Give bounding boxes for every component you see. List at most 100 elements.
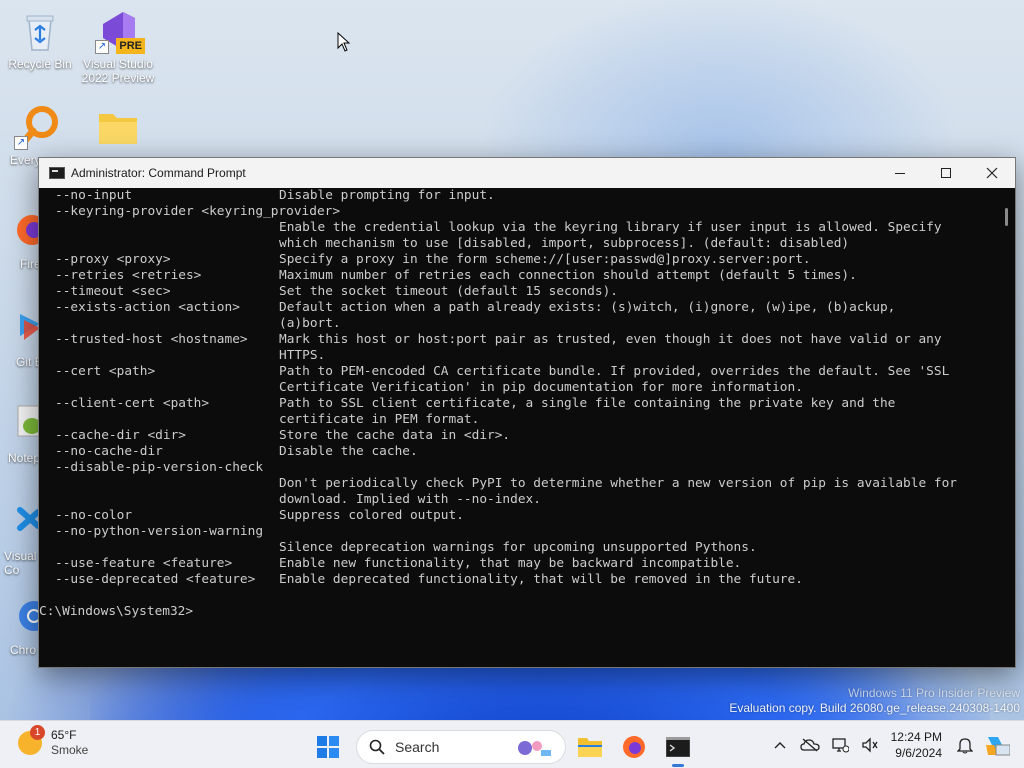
onedrive-icon[interactable]: [795, 730, 825, 760]
network-icon[interactable]: [825, 730, 855, 760]
watermark-edition: Windows 11 Pro Insider Preview: [848, 686, 1020, 700]
recycle-bin-icon: [17, 8, 63, 54]
console-line: --timeout <sec> Set the socket timeout (d…: [39, 284, 997, 300]
desktop-icon-visual-studio[interactable]: PRE ↗ Visual Studio 2022 Preview: [80, 8, 156, 85]
option-flag: --use-feature <feature>: [55, 556, 233, 571]
option-flag: --no-python-version-warning: [55, 524, 264, 539]
option-description: Don't periodically check PyPI to determi…: [279, 476, 957, 491]
console-line: --cert <path> Path to PEM-encoded CA cert…: [39, 364, 997, 380]
option-description: Default action when a path already exist…: [279, 300, 896, 315]
option-flag: --trusted-host <hostname>: [55, 332, 248, 347]
console-line: --trusted-host <hostname> Mark this host …: [39, 332, 997, 348]
option-flag: --disable-pip-version-check: [55, 460, 264, 475]
mouse-cursor-icon: [337, 32, 351, 52]
option-flag: --use-deprecated <feature>: [55, 572, 256, 587]
scrollbar-thumb[interactable]: [1005, 208, 1008, 226]
search-icon: [369, 739, 385, 755]
search-highlight-art-icon: [518, 741, 551, 756]
console-line: Certificate Verification' in pip documen…: [39, 380, 997, 396]
folder-icon: [95, 104, 141, 150]
console-line: --cache-dir <dir> Store the cache data in…: [39, 428, 997, 444]
console-lines: --no-input Disable prompting for input. --…: [39, 188, 997, 620]
console-line: --disable-pip-version-check: [39, 460, 997, 476]
option-description: (a)bort.: [279, 316, 341, 331]
copilot-icon[interactable]: [980, 730, 1014, 760]
watermark-build: Evaluation copy. Build 26080.ge_release.…: [729, 701, 1020, 715]
clock-time: 12:24 PM: [890, 730, 942, 744]
console-line: --retries <retries> Maximum number of ret…: [39, 268, 997, 284]
option-flag: --no-cache-dir: [55, 444, 163, 459]
shortcut-arrow-icon: ↗: [14, 136, 28, 150]
option-flag: --retries <retries>: [55, 268, 202, 283]
window-titlebar[interactable]: Administrator: Command Prompt: [39, 158, 1015, 188]
desktop-icon-recycle-bin[interactable]: Recycle Bin: [2, 8, 78, 71]
option-description: Enable new functionality, that may be ba…: [279, 556, 742, 571]
everything-search-icon: ↗: [14, 104, 60, 150]
option-description: Certificate Verification' in pip documen…: [279, 380, 803, 395]
console-line: Enable the credential lookup via the key…: [39, 220, 997, 236]
terminal-icon: [666, 737, 690, 757]
start-button[interactable]: [310, 729, 346, 765]
system-tray: 12:24 PM 9/6/2024: [765, 721, 1024, 768]
console-line: which mechanism to use [disabled, import…: [39, 236, 997, 252]
option-flag: --client-cert <path>: [55, 396, 210, 411]
option-description: Disable the cache.: [279, 444, 418, 459]
taskbar: 1 65°F Smoke Search 12:24 PM 9/6/2024: [0, 720, 1024, 768]
option-description: Silence deprecation warnings for upcomin…: [279, 540, 757, 555]
console-line: --proxy <proxy> Specify a proxy in the fo…: [39, 252, 997, 268]
window-controls: [877, 158, 1015, 188]
option-flag: --no-input: [55, 188, 133, 203]
visual-studio-icon: PRE ↗: [95, 8, 145, 54]
close-button[interactable]: [969, 158, 1015, 188]
option-description: Enable the credential lookup via the key…: [279, 220, 942, 235]
console-line: certificate in PEM format.: [39, 412, 997, 428]
option-description: Mark this host or host:port pair as trus…: [279, 332, 942, 347]
evaluation-watermark: Windows 11 Pro Insider Preview Evaluatio…: [729, 686, 1020, 716]
command-prompt-text[interactable]: C:\Windows\System32>: [39, 604, 193, 620]
firefox-icon: [623, 736, 645, 758]
taskbar-command-prompt[interactable]: [658, 727, 698, 767]
close-icon: [986, 167, 998, 179]
console-line: --keyring-provider <keyring_provider>: [39, 204, 997, 220]
console-line: --no-python-version-warning: [39, 524, 997, 540]
option-description: Disable prompting for input.: [279, 188, 495, 203]
minimize-button[interactable]: [877, 158, 923, 188]
maximize-button[interactable]: [923, 158, 969, 188]
taskbar-firefox[interactable]: [614, 727, 654, 767]
volume-icon[interactable]: [855, 730, 885, 760]
weather-sun-icon: 1: [18, 725, 45, 755]
option-description: Path to SSL client certificate, a single…: [279, 396, 896, 411]
notification-bell-icon[interactable]: [950, 730, 980, 760]
console-line: --exists-action <action> Default action w…: [39, 300, 997, 316]
window-title: Administrator: Command Prompt: [71, 166, 246, 180]
taskbar-file-explorer[interactable]: [570, 727, 610, 767]
desktop-icon-label: Recycle Bin: [8, 57, 72, 71]
option-flag: --cache-dir <dir>: [55, 428, 186, 443]
option-flag: --keyring-provider <keyring_provider>: [55, 204, 341, 219]
console-scrollbar[interactable]: [997, 188, 1015, 667]
console-line: --use-feature <feature> Enable new functi…: [39, 556, 997, 572]
shortcut-arrow-icon: ↗: [95, 40, 109, 54]
weather-widget[interactable]: 1 65°F Smoke: [18, 725, 89, 758]
desktop-icon-folder[interactable]: [80, 104, 156, 153]
command-prompt-window[interactable]: Administrator: Command Prompt --no-input…: [38, 157, 1016, 668]
option-description: HTTPS.: [279, 348, 326, 363]
desktop-icon-label: Visual Studio 2022 Preview: [81, 57, 155, 85]
clock-date: 9/6/2024: [895, 746, 942, 760]
console-output[interactable]: --no-input Disable prompting for input. --…: [39, 188, 1015, 667]
taskbar-search-box[interactable]: Search: [356, 730, 566, 764]
console-line: --client-cert <path> Path to SSL client c…: [39, 396, 997, 412]
weather-alert-badge: 1: [30, 725, 45, 740]
option-description: Enable deprecated functionality, that wi…: [279, 572, 803, 587]
option-description: Store the cache data in <dir>.: [279, 428, 511, 443]
console-line: --no-cache-dir Disable the cache.: [39, 444, 997, 460]
weather-condition: Smoke: [51, 743, 89, 757]
minimize-icon: [895, 172, 905, 174]
chevron-up-icon[interactable]: [765, 730, 795, 760]
taskbar-clock[interactable]: 12:24 PM 9/6/2024: [891, 729, 942, 761]
console-line: --use-deprecated <feature> Enable depreca…: [39, 572, 997, 588]
folder-icon: [578, 738, 602, 757]
search-label: Search: [395, 739, 440, 755]
option-flag: --exists-action <action>: [55, 300, 240, 315]
